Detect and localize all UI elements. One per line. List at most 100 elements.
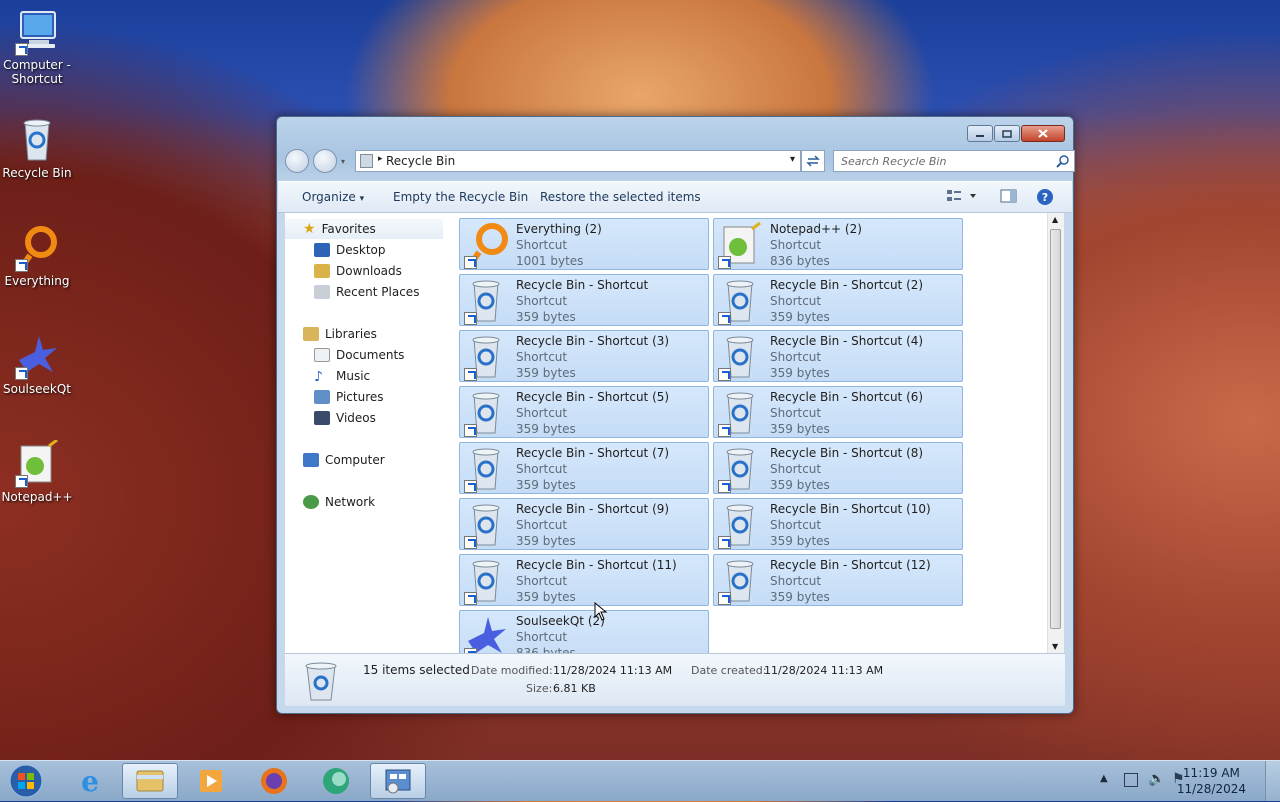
media-player-icon bbox=[200, 770, 222, 792]
caption-buttons bbox=[967, 125, 1065, 142]
preview-pane-button[interactable] bbox=[1000, 189, 1018, 206]
start-button[interactable] bbox=[6, 763, 46, 799]
recent-pages-chevron-icon[interactable]: ▾ bbox=[341, 157, 345, 166]
address-bar[interactable]: ▸ Recycle Bin ▾ bbox=[355, 150, 801, 172]
file-item[interactable]: Recycle Bin - Shortcut (7) Shortcut 359 by… bbox=[459, 442, 709, 494]
file-item[interactable]: Recycle Bin - Shortcut (11) Shortcut 359 b… bbox=[459, 554, 709, 606]
shortcut-arrow-icon bbox=[718, 592, 731, 605]
file-size: 359 bytes bbox=[770, 478, 830, 492]
desktop-icon-computer[interactable]: Computer - Shortcut bbox=[0, 8, 74, 86]
nav-videos[interactable]: Videos bbox=[285, 408, 443, 428]
desktop-icon bbox=[314, 243, 330, 257]
empty-recycle-bin-button[interactable]: Empty the Recycle Bin bbox=[393, 190, 528, 204]
file-item[interactable]: Recycle Bin - Shortcut (2) Shortcut 359 by… bbox=[713, 274, 963, 326]
shortcut-arrow-icon bbox=[464, 536, 477, 549]
desktop-icon-label: Computer - Shortcut bbox=[3, 58, 71, 86]
nav-pictures[interactable]: Pictures bbox=[285, 387, 443, 407]
address-row: ▾ ▸ Recycle Bin ▾ Search Recycle Bin bbox=[285, 149, 1075, 175]
scrollbar-thumb[interactable] bbox=[1050, 229, 1061, 629]
network-tray-icon[interactable] bbox=[1124, 773, 1138, 787]
nav-documents[interactable]: Documents bbox=[285, 345, 443, 365]
everything-icon bbox=[462, 221, 510, 269]
desktop-icon-notepadpp[interactable]: Notepad++ bbox=[0, 438, 74, 504]
date-created-label: Date created: bbox=[691, 664, 767, 677]
nav-computer[interactable]: Computer bbox=[285, 450, 443, 470]
back-button[interactable] bbox=[285, 149, 309, 173]
clock[interactable]: 11:19 AM 11/28/2024 bbox=[1177, 765, 1246, 797]
help-button[interactable]: ? bbox=[1036, 188, 1054, 209]
date-modified-value: 11/28/2024 11:13 AM bbox=[553, 664, 673, 677]
nav-music[interactable]: ♪ Music bbox=[285, 366, 443, 386]
file-size: 836 bytes bbox=[770, 254, 830, 268]
recycle-bin-icon bbox=[716, 333, 764, 381]
file-item[interactable]: Recycle Bin - Shortcut (12) Shortcut 359 b… bbox=[713, 554, 963, 606]
selection-count: 15 items selected bbox=[363, 663, 470, 677]
taskbar-firefox[interactable] bbox=[246, 763, 302, 799]
file-item[interactable]: Recycle Bin - Shortcut (5) Shortcut 359 by… bbox=[459, 386, 709, 438]
file-item[interactable]: Recycle Bin - Shortcut (3) Shortcut 359 by… bbox=[459, 330, 709, 382]
nav-favorites[interactable]: ★ Favorites bbox=[285, 219, 443, 239]
file-type: Shortcut bbox=[770, 406, 822, 420]
shortcut-arrow-icon bbox=[718, 368, 731, 381]
maximize-button[interactable] bbox=[994, 125, 1020, 142]
file-item[interactable]: Recycle Bin - Shortcut (9) Shortcut 359 by… bbox=[459, 498, 709, 550]
taskbar-explorer[interactable] bbox=[122, 763, 178, 799]
date-modified-label: Date modified: bbox=[471, 664, 553, 677]
nav-libraries[interactable]: Libraries bbox=[285, 324, 443, 344]
details-pane: 15 items selected Date modified: 11/28/2… bbox=[285, 653, 1065, 706]
file-type: Shortcut bbox=[516, 238, 568, 252]
file-item[interactable]: SoulseekQt (2) Shortcut 836 bytes bbox=[459, 610, 709, 653]
file-size: 359 bytes bbox=[516, 534, 576, 548]
file-size: 359 bytes bbox=[516, 310, 576, 324]
forward-button[interactable] bbox=[313, 149, 337, 173]
address-dropdown-icon[interactable]: ▾ bbox=[790, 154, 795, 165]
file-type: Shortcut bbox=[516, 630, 568, 644]
recycle-bin-icon bbox=[716, 389, 764, 437]
volume-muted-icon[interactable]: 🔈 bbox=[1148, 771, 1165, 787]
desktop-icon-recycle-bin[interactable]: Recycle Bin bbox=[0, 116, 74, 180]
file-size: 359 bytes bbox=[516, 422, 576, 436]
shortcut-arrow-icon bbox=[718, 256, 731, 269]
taskbar-media-player[interactable] bbox=[184, 763, 240, 799]
nav-downloads[interactable]: Downloads bbox=[285, 261, 443, 281]
file-item[interactable]: Recycle Bin - Shortcut (6) Shortcut 359 by… bbox=[713, 386, 963, 438]
desktop-icon-everything[interactable]: Everything bbox=[0, 224, 74, 288]
nav-label: Music bbox=[336, 369, 371, 383]
restore-items-button[interactable]: Restore the selected items bbox=[540, 190, 701, 204]
scroll-down-icon[interactable]: ▼ bbox=[1052, 642, 1058, 651]
file-size: 836 bytes bbox=[516, 646, 576, 653]
recycle-bin-icon bbox=[462, 445, 510, 493]
organize-button[interactable]: Organize ▾ bbox=[302, 190, 364, 204]
nav-desktop[interactable]: Desktop bbox=[285, 240, 443, 260]
file-item[interactable]: Everything (2) Shortcut 1001 bytes bbox=[459, 218, 709, 270]
nav-label: Network bbox=[325, 495, 376, 509]
nav-network[interactable]: Network bbox=[285, 492, 443, 512]
refresh-button[interactable] bbox=[801, 150, 825, 172]
minimize-button[interactable] bbox=[967, 125, 993, 142]
nav-recent-places[interactable]: Recent Places bbox=[285, 282, 443, 302]
close-button[interactable] bbox=[1021, 125, 1065, 142]
file-item[interactable]: Recycle Bin - Shortcut (10) Shortcut 359 b… bbox=[713, 498, 963, 550]
file-item[interactable]: Notepad++ (2) Shortcut 836 bytes bbox=[713, 218, 963, 270]
nav-label: Desktop bbox=[336, 243, 386, 257]
view-options-button[interactable] bbox=[946, 188, 978, 207]
show-desktop-button[interactable] bbox=[1265, 761, 1280, 801]
desktop-icon-soulseek[interactable]: SoulseekQt bbox=[0, 332, 74, 396]
taskbar-internet-explorer[interactable]: e bbox=[62, 763, 118, 799]
taskbar-app-green[interactable] bbox=[308, 763, 364, 799]
file-name: Recycle Bin - Shortcut (2) bbox=[770, 278, 924, 292]
file-item[interactable]: Recycle Bin - Shortcut (4) Shortcut 359 by… bbox=[713, 330, 963, 382]
nav-label: Videos bbox=[336, 411, 376, 425]
file-item[interactable]: Recycle Bin - Shortcut (8) Shortcut 359 by… bbox=[713, 442, 963, 494]
file-name: Recycle Bin - Shortcut (12) bbox=[770, 558, 931, 572]
search-input[interactable]: Search Recycle Bin bbox=[833, 150, 1075, 172]
tray-overflow-chevron-icon[interactable]: ▲ bbox=[1100, 773, 1108, 784]
taskbar-control-panel[interactable] bbox=[370, 763, 426, 799]
breadcrumb-arrow-icon[interactable]: ▸ bbox=[378, 154, 383, 164]
vertical-scrollbar[interactable]: ▲ ▼ bbox=[1047, 213, 1064, 653]
file-item[interactable]: Recycle Bin - Shortcut Shortcut 359 bytes bbox=[459, 274, 709, 326]
file-list[interactable]: Everything (2) Shortcut 1001 bytes Notepad+… bbox=[443, 213, 1055, 653]
refresh-icon bbox=[806, 155, 820, 167]
scroll-up-icon[interactable]: ▲ bbox=[1052, 215, 1058, 224]
explorer-window[interactable]: ▾ ▸ Recycle Bin ▾ Search Recycle Bin Org… bbox=[276, 116, 1075, 714]
